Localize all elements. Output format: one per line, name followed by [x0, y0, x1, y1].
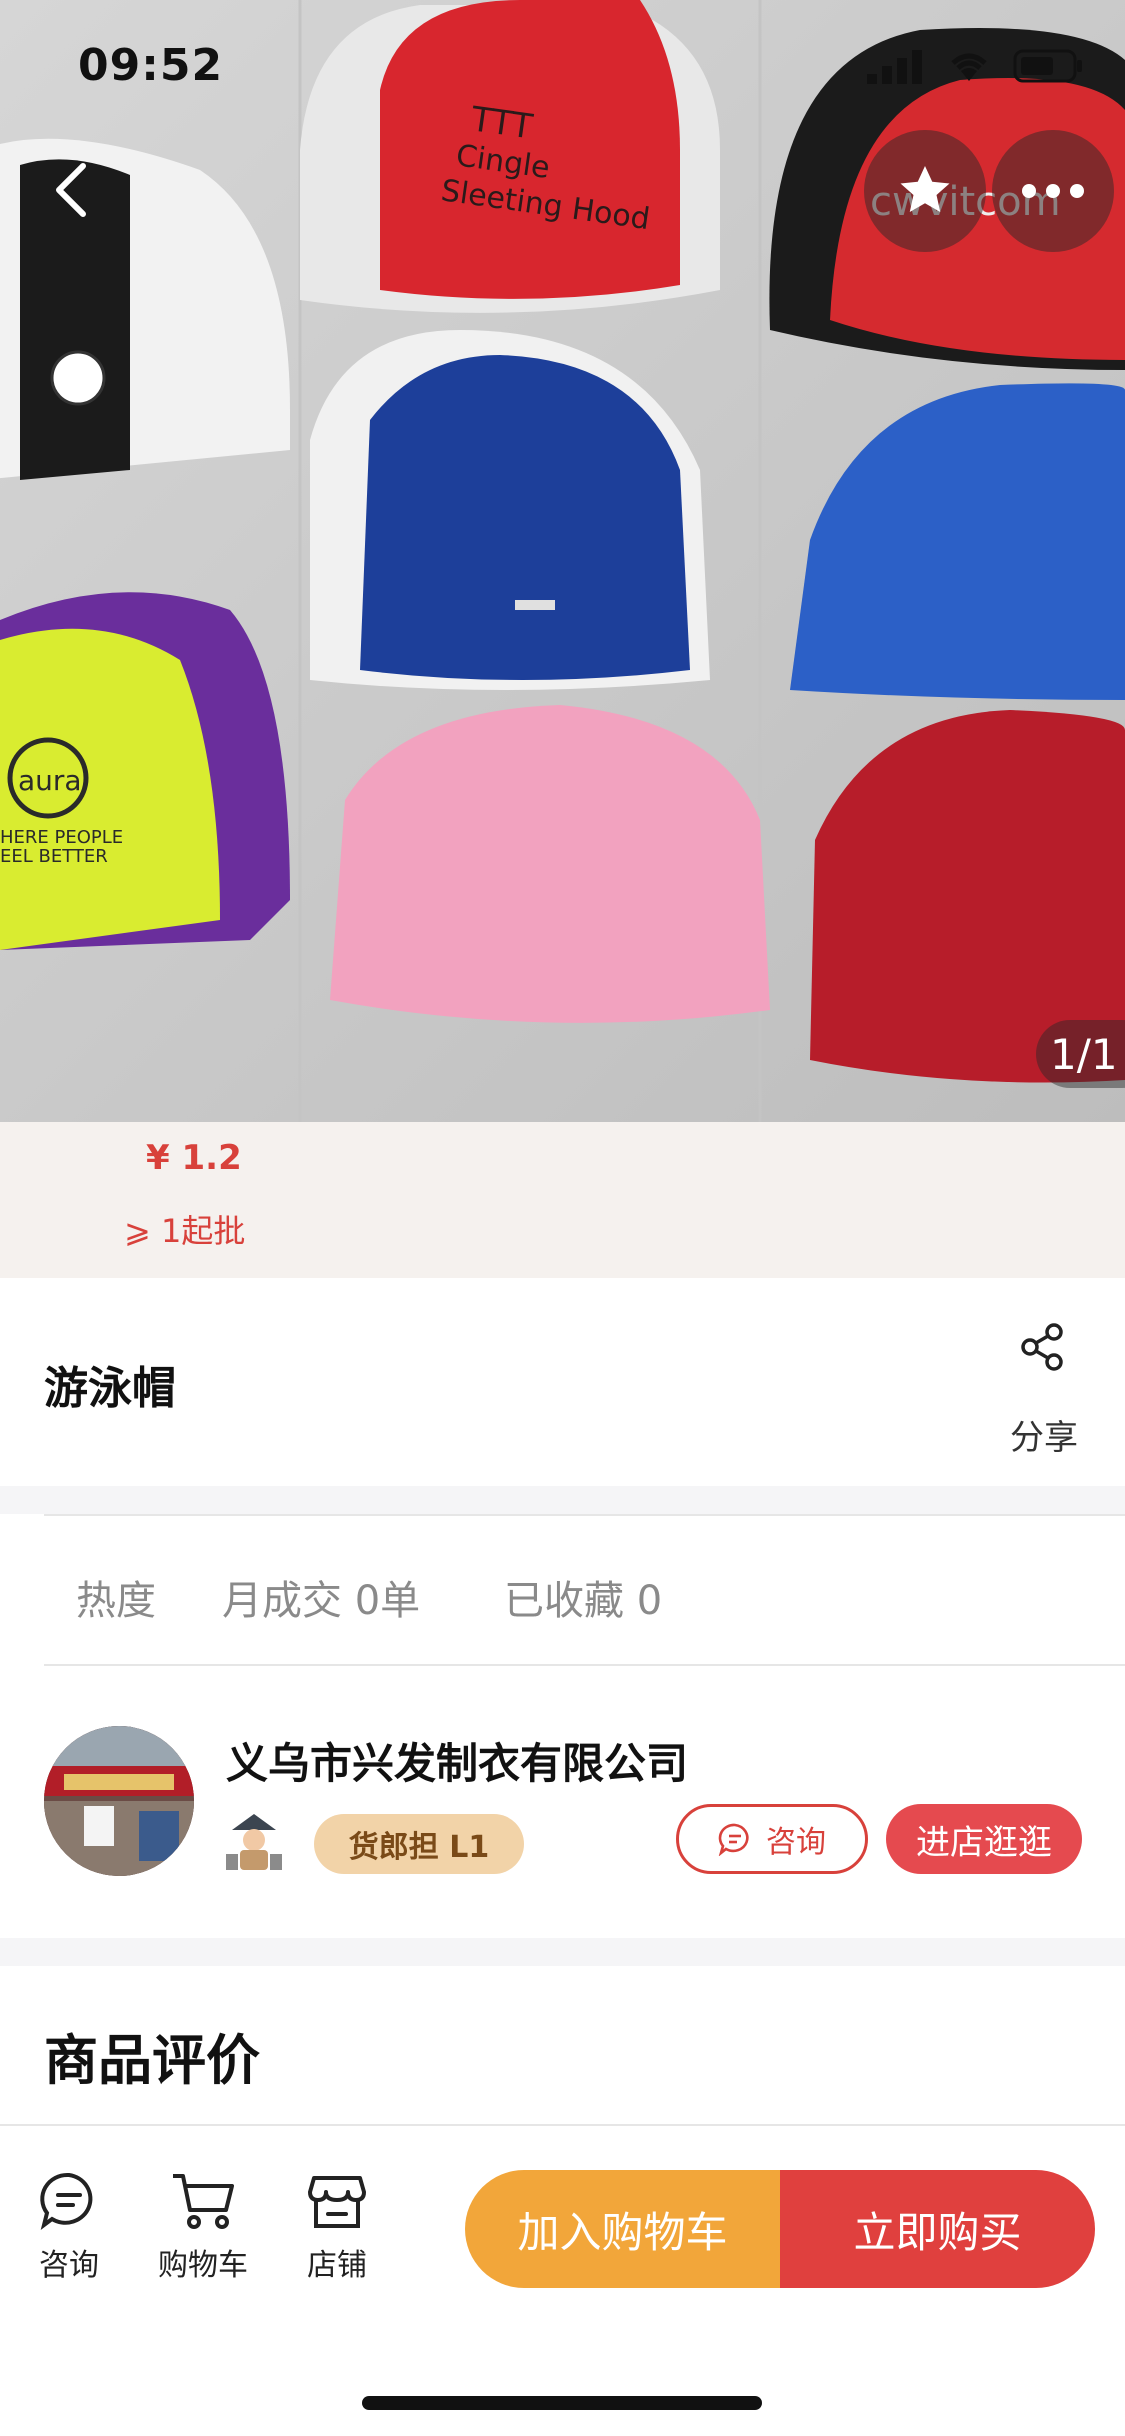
favorites-stat: 已收藏 0: [504, 1578, 663, 1624]
svg-text:EEL BETTER: EEL BETTER: [0, 846, 108, 867]
wifi-icon: [951, 53, 987, 81]
status-time: 09:52: [78, 40, 224, 91]
visit-shop-button[interactable]: 进店逛逛: [886, 1804, 1082, 1874]
favorite-button[interactable]: [864, 130, 986, 252]
shop-consult-label: 咨询: [766, 1825, 826, 1860]
share-icon: [1021, 1323, 1063, 1371]
section-divider: [0, 1486, 1125, 1514]
share-button[interactable]: [1018, 1322, 1068, 1376]
back-icon: [56, 163, 86, 217]
store-icon: [308, 2176, 366, 2228]
vendor-avatar-icon: [226, 1814, 282, 1870]
add-to-cart-button[interactable]: 加入购物车: [465, 2170, 780, 2288]
share-label[interactable]: 分享: [1010, 1410, 1078, 1459]
bottom-consult-label: 咨询: [39, 2248, 99, 2283]
monthly-sales-stat: 月成交 0单: [222, 1578, 421, 1624]
back-button[interactable]: [36, 150, 106, 230]
min-order: ⩾ 1起批: [124, 1212, 246, 1250]
star-icon: [900, 166, 950, 212]
chat-icon: [40, 2172, 93, 2230]
cart-icon: [173, 2174, 234, 2229]
price: ¥ 1.2: [146, 1138, 242, 1178]
bottom-cart-label: 购物车: [158, 2248, 248, 2283]
divider: [44, 1514, 1125, 1516]
more-icon: [1022, 184, 1084, 198]
buy-now-button[interactable]: 立即购买: [780, 2170, 1095, 2288]
bottom-store-label: 店铺: [307, 2248, 367, 2283]
divider: [0, 2124, 1125, 2126]
heat-stat: 热度: [76, 1578, 156, 1624]
bottom-store-button[interactable]: 店铺: [282, 2170, 392, 2284]
shop-consult-button[interactable]: 咨询: [676, 1804, 868, 1874]
product-title: 游泳帽: [44, 1363, 176, 1414]
battery-icon: [1013, 49, 1082, 83]
home-indicator[interactable]: [362, 2396, 762, 2410]
vendor-icon: [224, 1810, 284, 1878]
svg-text:HERE PEOPLE: HERE PEOPLE: [0, 827, 123, 848]
shop-avatar[interactable]: [44, 1726, 194, 1876]
status-icons: [865, 48, 1085, 84]
more-button[interactable]: [992, 130, 1114, 252]
signal-icon: [867, 50, 922, 84]
shop-name[interactable]: 义乌市兴发制衣有限公司: [226, 1730, 688, 1791]
svg-text:aura: aura: [18, 764, 82, 797]
shop-storefront-image: [44, 1726, 194, 1876]
section-divider: [0, 1938, 1125, 1966]
chat-icon: [718, 1823, 749, 1856]
bottom-cart-button[interactable]: 购物车: [148, 2170, 258, 2284]
shop-level-badge: 货郎担 L1: [314, 1814, 524, 1874]
divider: [44, 1664, 1125, 1666]
reviews-title: 商品评价: [44, 2029, 260, 2092]
bottom-consult-button[interactable]: 咨询: [14, 2170, 124, 2284]
image-page-indicator: 1/1: [1036, 1020, 1125, 1088]
